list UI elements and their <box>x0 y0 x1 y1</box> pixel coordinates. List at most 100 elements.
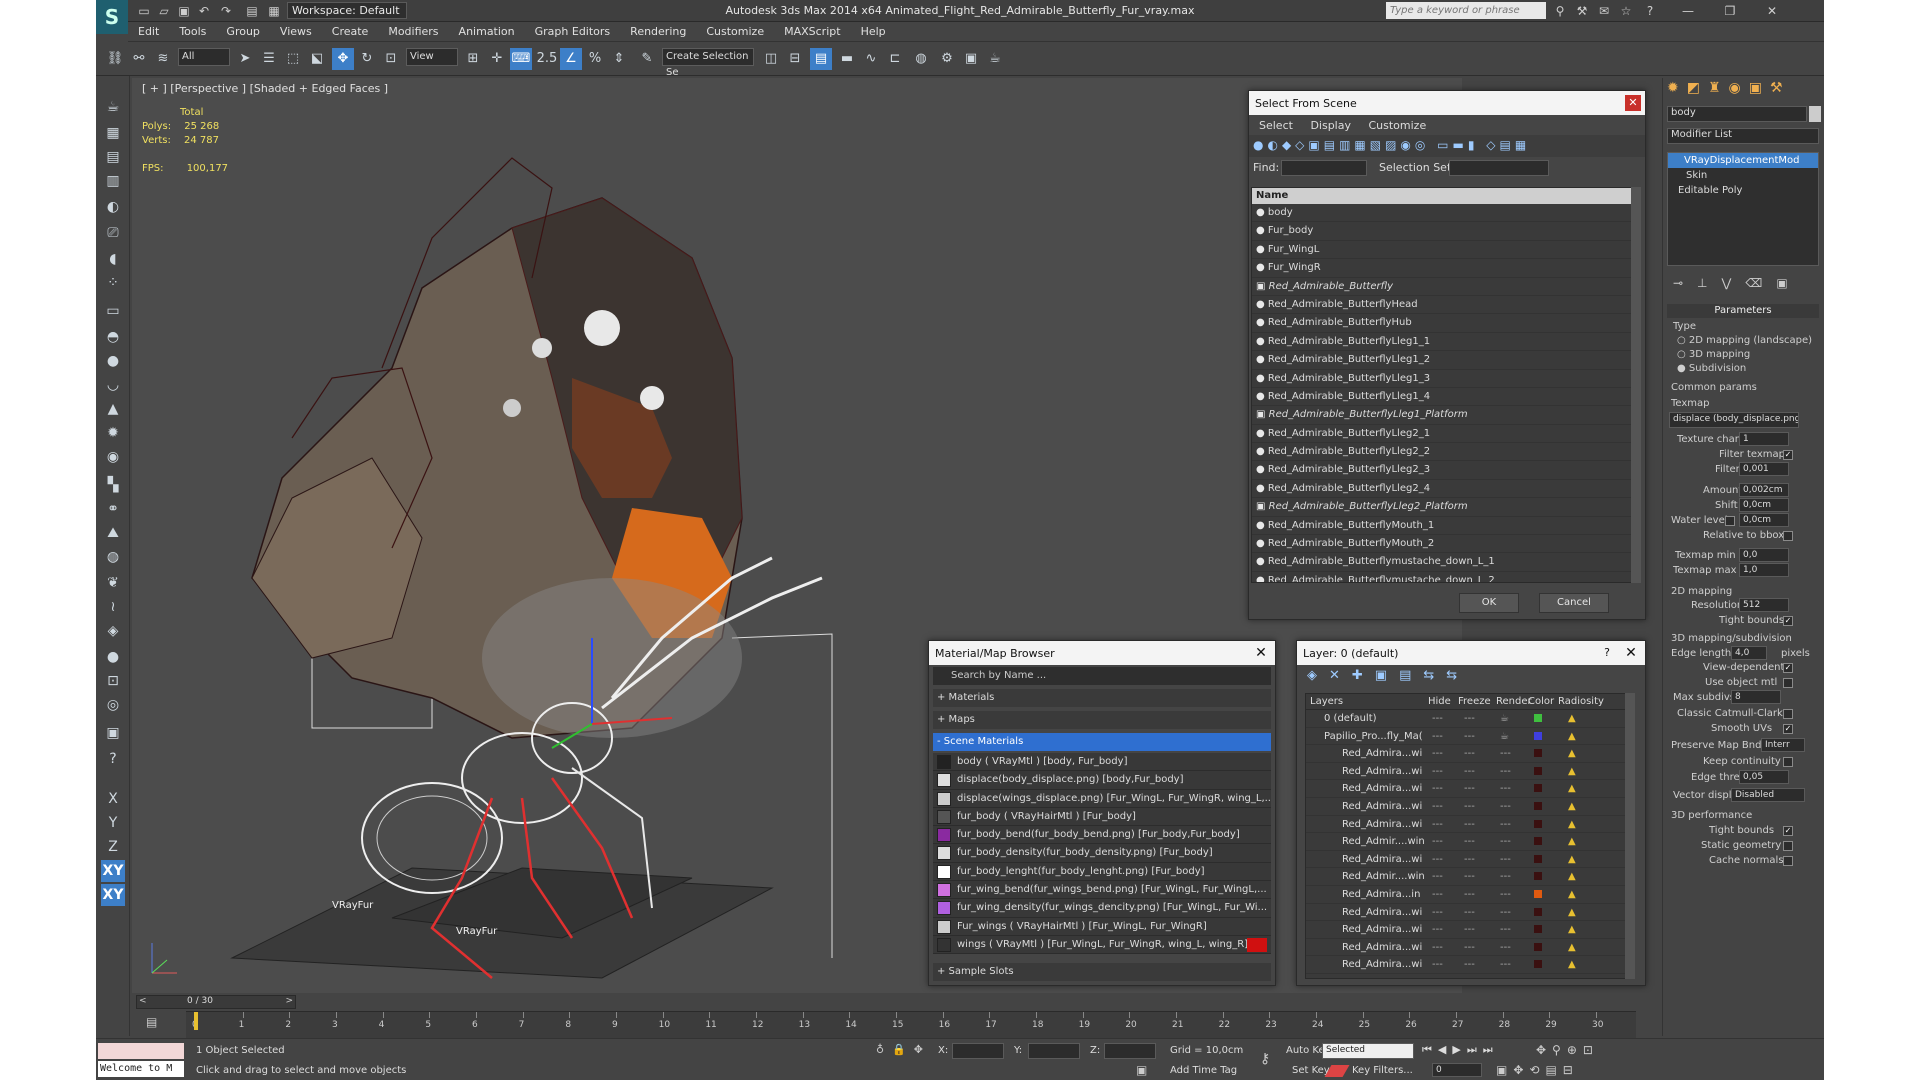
track-bar[interactable]: 0123456789101112131415161718192021222324… <box>186 1011 1636 1039</box>
ok-button[interactable]: OK <box>1459 593 1519 613</box>
layer-color-swatch[interactable] <box>1534 889 1542 898</box>
link-icon[interactable]: ⛓ <box>104 48 126 70</box>
object-row[interactable]: ● Fur_WingL <box>1252 241 1632 260</box>
cache-normals-checkbox[interactable] <box>1783 856 1793 866</box>
ref-coord-dropdown[interactable]: View <box>406 48 458 66</box>
radiosity-icon[interactable]: ▲ <box>1568 833 1576 850</box>
z-coord-input[interactable] <box>1104 1043 1156 1059</box>
object-list[interactable]: Name ● body ● Fur_body ● Fur_WingL ● Fur_Wi… <box>1251 187 1633 583</box>
render-toggle[interactable]: --- <box>1500 851 1511 868</box>
material-search-input[interactable]: Search by Name ... <box>933 667 1271 685</box>
freeze-toggle[interactable]: --- <box>1464 816 1475 833</box>
radiosity-icon[interactable]: ▲ <box>1568 956 1576 973</box>
freeze-toggle[interactable]: --- <box>1464 851 1475 868</box>
object-row[interactable]: ● Red_Admirable_ButterflyHead <box>1252 296 1632 315</box>
object-row[interactable]: ● Red_Admirable_ButterflyMouth_2 <box>1252 535 1632 554</box>
water-level-input[interactable]: 0,0cm <box>1739 513 1789 527</box>
freeze-toggle[interactable]: --- <box>1464 710 1475 727</box>
unlink-icon[interactable]: ⚯ <box>128 48 150 70</box>
object-name-input[interactable]: body <box>1667 106 1807 122</box>
hide-toggle[interactable]: --- <box>1432 763 1443 780</box>
material-row[interactable]: fur_body ( VRayHairMtl ) [Fur_body] <box>933 807 1271 827</box>
layer-row[interactable]: Red_Admira...wi --- --- --- ▲ <box>1306 763 1626 781</box>
find-input[interactable] <box>1281 160 1367 176</box>
render-setup-icon[interactable]: ⚙ <box>936 48 958 70</box>
object-row[interactable]: ● Red_Admirable_Butterflymustache_down_L… <box>1252 553 1632 572</box>
nav-controls[interactable]: ✥⚲⊕⊡ <box>1536 1043 1599 1057</box>
snaps-toggle-icon[interactable]: 2.5 <box>536 48 558 70</box>
hemisphere-icon[interactable]: ◓ <box>101 326 125 348</box>
relative-bbox-checkbox[interactable] <box>1783 531 1793 541</box>
render-icon[interactable]: ▦ <box>101 122 125 144</box>
material-row[interactable]: fur_body_bend(fur_body_bend.png) [Fur_bo… <box>933 826 1271 845</box>
layer-color-swatch[interactable] <box>1534 801 1542 810</box>
cancel-button[interactable]: Cancel <box>1539 593 1609 613</box>
layer-row[interactable]: Red_Admira...wi --- --- --- ▲ <box>1306 904 1626 922</box>
key-mode-dropdown[interactable]: Selected <box>1322 1043 1414 1059</box>
texture-icon[interactable]: ▚ <box>101 474 125 496</box>
layer-row[interactable]: Papilio_Pro...fly_Ma(--- --- ☕ ▲ <box>1306 728 1626 746</box>
layer-color-swatch[interactable] <box>1534 907 1542 916</box>
nav-controls-2[interactable]: ▣✥⟲▤⊟ <box>1496 1063 1579 1077</box>
freeze-toggle[interactable]: --- <box>1464 833 1475 850</box>
list-scrollbar[interactable] <box>1631 187 1641 583</box>
layer-row[interactable]: Red_Admira...wi --- --- --- ▲ <box>1306 798 1626 816</box>
layer-row[interactable]: 0 (default) --- --- ☕ ▲ <box>1306 710 1626 728</box>
render-toggle[interactable]: --- <box>1500 763 1511 780</box>
type-2d-radio[interactable]: ○ 2D mapping (landscape) <box>1677 335 1812 346</box>
menu-create[interactable]: Create <box>322 22 379 38</box>
globe-icon[interactable]: ◎ <box>101 694 125 716</box>
bind-space-warp-icon[interactable]: ≋ <box>152 48 174 70</box>
max-subdivs-input[interactable]: 8 <box>1731 690 1781 704</box>
menu-edit[interactable]: Edit <box>128 22 169 38</box>
freeze-toggle[interactable]: --- <box>1464 798 1475 815</box>
layer-toolbar[interactable]: ◈✕✚▣▤⇆⇆ <box>1297 665 1645 689</box>
key-filters-button[interactable]: Key Filters... <box>1352 1065 1413 1076</box>
layer-row[interactable]: Red_Admira...wi --- --- --- ▲ <box>1306 921 1626 939</box>
filter-toolbar[interactable]: ●◐◆◇▣▤▥▦▧▨◉◎ ▭▬▮ ◇▤▦ <box>1249 135 1645 157</box>
layer-color-swatch[interactable] <box>1534 942 1542 951</box>
texmap-max-input[interactable]: 1,0 <box>1739 563 1789 577</box>
frame-icon[interactable]: ⊡ <box>101 670 125 692</box>
window-crossing-icon[interactable]: ⬕ <box>306 48 328 70</box>
mini-curve-icon[interactable]: ▤ <box>146 1015 157 1029</box>
render-toggle[interactable]: --- <box>1500 745 1511 762</box>
radiosity-icon[interactable]: ▲ <box>1568 851 1576 868</box>
edge-length-input[interactable]: 4,0 <box>1731 646 1767 660</box>
layer-column-header[interactable]: Radiosity <box>1558 696 1604 707</box>
time-slider-prev-icon[interactable]: < <box>139 996 147 1006</box>
document-icon[interactable]: ▤ <box>101 146 125 168</box>
radiosity-icon[interactable]: ▲ <box>1568 728 1576 745</box>
radiosity-icon[interactable]: ▲ <box>1568 886 1576 903</box>
layer-column-header[interactable]: Color <box>1528 696 1554 707</box>
set-key-button[interactable]: Set Key <box>1292 1065 1330 1076</box>
hide-toggle[interactable]: --- <box>1432 798 1443 815</box>
menu-modifiers[interactable]: Modifiers <box>378 22 448 38</box>
viewport-label[interactable]: [ + ] [Perspective ] [Shaded + Edged Fac… <box>142 82 388 95</box>
keyboard-shortcut-icon[interactable]: ⌨ <box>510 48 532 70</box>
material-row[interactable]: fur_body_lenght(fur_body_lenght.png) [Fu… <box>933 862 1271 882</box>
key-icon[interactable]: ⚷ <box>1260 1051 1270 1067</box>
object-row[interactable]: ● Red_Admirable_ButterflyLleg2_4 <box>1252 480 1632 499</box>
hide-toggle[interactable]: --- <box>1432 710 1443 727</box>
water-level-checkbox[interactable] <box>1725 516 1735 526</box>
object-row[interactable]: ● Fur_WingR <box>1252 259 1632 278</box>
hide-toggle[interactable]: --- <box>1432 728 1443 745</box>
ribbon-icon[interactable]: ▬ <box>836 48 858 70</box>
render-toggle[interactable]: --- <box>1500 816 1511 833</box>
curve-editor-icon[interactable]: ∿ <box>860 48 882 70</box>
minimize-icon[interactable]: — <box>1680 3 1696 19</box>
resolution-input[interactable]: 512 <box>1739 598 1789 612</box>
perf-tight-bounds-checkbox[interactable]: ✓ <box>1783 826 1793 836</box>
object-row[interactable]: ● Red_Admirable_ButterflyLleg1_4 <box>1252 388 1632 407</box>
object-row[interactable]: ● Fur_body <box>1252 222 1632 241</box>
render-toggle[interactable]: --- <box>1500 833 1511 850</box>
stack-item[interactable]: VRayDisplacementMod <box>1668 153 1818 168</box>
help-icon[interactable]: ? <box>1642 3 1658 19</box>
material-row[interactable]: fur_wing_bend(fur_wings_bend.png) [Fur_W… <box>933 881 1271 900</box>
maps-section[interactable]: + Maps <box>933 711 1271 729</box>
layer-row[interactable]: Red_Admira...wi --- --- --- ▲ <box>1306 745 1626 763</box>
axis-z-button[interactable]: Z <box>101 836 125 858</box>
camera-icon[interactable]: ⎚ <box>101 222 125 244</box>
layer-color-swatch[interactable] <box>1534 714 1542 722</box>
